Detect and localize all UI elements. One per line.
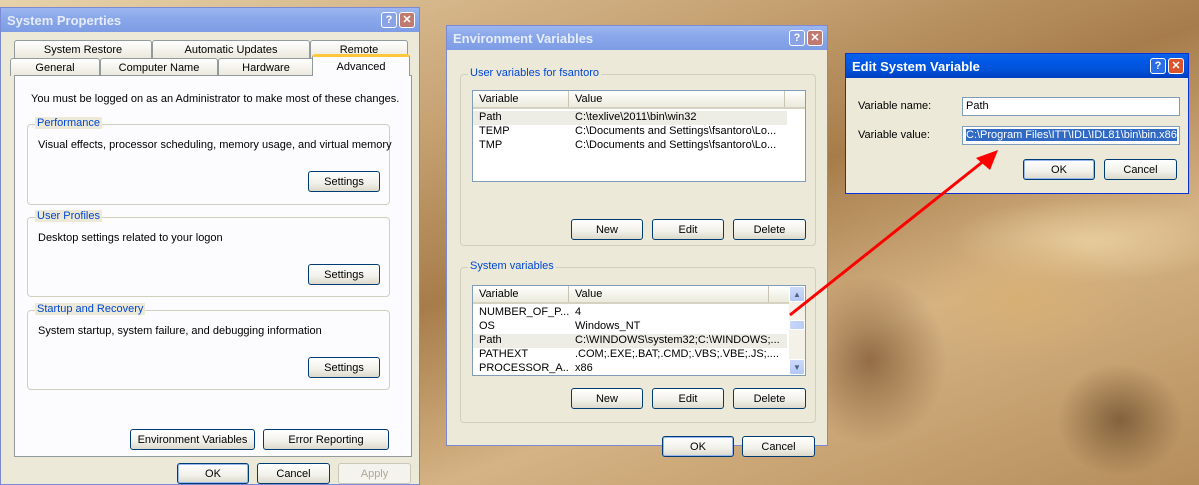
variable-name: PATHEXT [479, 348, 529, 360]
environment-variables-button[interactable]: Environment Variables [130, 429, 255, 450]
close-icon[interactable]: ✕ [1168, 58, 1184, 74]
variable-value-label: Variable value: [858, 129, 930, 141]
variable-value-selected-text: C:\Program Files\ITT\IDL\IDL81\bin\bin.x… [966, 129, 1177, 141]
variable-value: 4 [575, 306, 582, 318]
system-properties-body: System Restore Automatic Updates Remote … [1, 32, 419, 484]
edit-variable-ok-button[interactable]: OK [1023, 159, 1095, 180]
list-item[interactable]: Path C:\texlive\2011\bin\win32 [473, 111, 787, 125]
edit-variable-cancel-button[interactable]: Cancel [1104, 159, 1177, 180]
user-variables-list-header: Variable Value [473, 91, 805, 109]
user-profiles-group-title: User Profiles [35, 210, 102, 222]
column-header-variable[interactable]: Variable [473, 91, 569, 107]
variable-value: C:\texlive\2011\bin\win32 [575, 111, 697, 123]
variable-name: TEMP [479, 125, 510, 137]
variable-name: Path [479, 111, 502, 123]
variable-value: C:\WINDOWS\system32;C:\WINDOWS;... [575, 334, 780, 346]
startup-recovery-settings-button[interactable]: Settings [308, 357, 380, 378]
variable-value: C:\Documents and Settings\fsantoro\Lo... [575, 139, 777, 151]
system-edit-button[interactable]: Edit [652, 388, 724, 409]
scroll-down-icon[interactable]: ▼ [789, 359, 805, 375]
admin-note: You must be logged on as an Administrato… [31, 93, 400, 105]
column-header-value[interactable]: Value [569, 91, 785, 107]
startup-recovery-group-title: Startup and Recovery [35, 303, 146, 315]
list-item[interactable]: TMP C:\Documents and Settings\fsantoro\L… [473, 139, 787, 153]
system-properties-title: System Properties [7, 12, 122, 28]
scrollbar-thumb[interactable] [789, 320, 805, 330]
environment-variables-titlebar[interactable]: Environment Variables ? ✕ [447, 26, 827, 50]
tab-hardware[interactable]: Hardware [218, 58, 314, 76]
user-profiles-settings-button[interactable]: Settings [308, 264, 380, 285]
performance-description: Visual effects, processor scheduling, me… [38, 139, 392, 151]
list-item[interactable]: PROCESSOR_A... x86 [473, 362, 787, 375]
system-properties-ok-button[interactable]: OK [177, 463, 249, 484]
edit-system-variable-titlebar[interactable]: Edit System Variable ? ✕ [846, 54, 1188, 78]
variable-value: C:\Documents and Settings\fsantoro\Lo... [575, 125, 777, 137]
help-icon[interactable]: ? [381, 12, 397, 28]
list-item[interactable]: OS Windows_NT [473, 320, 787, 334]
system-delete-button[interactable]: Delete [733, 388, 806, 409]
help-icon[interactable]: ? [1150, 58, 1166, 74]
tab-system-restore[interactable]: System Restore [14, 40, 152, 58]
edit-system-variable-title: Edit System Variable [852, 58, 980, 74]
user-variables-group-title: User variables for fsantoro [468, 67, 601, 79]
user-profiles-group: User Profiles Desktop settings related t… [27, 210, 390, 297]
tab-computer-name[interactable]: Computer Name [100, 58, 218, 76]
close-icon[interactable]: ✕ [807, 30, 823, 46]
system-properties-apply-button[interactable]: Apply [338, 463, 411, 484]
variable-name: NUMBER_OF_P... [479, 306, 569, 318]
close-icon[interactable]: ✕ [399, 12, 415, 28]
user-new-button[interactable]: New [571, 219, 643, 240]
system-variables-list-header: Variable Value [473, 286, 789, 304]
variable-name: Path [479, 334, 502, 346]
system-properties-window: System Properties ? ✕ System Restore Aut… [0, 7, 420, 485]
variable-name: PROCESSOR_A... [479, 362, 569, 374]
help-icon[interactable]: ? [789, 30, 805, 46]
list-item[interactable]: Path C:\WINDOWS\system32;C:\WINDOWS;... [473, 334, 787, 348]
environment-variables-body: User variables for fsantoro Variable Val… [447, 50, 827, 457]
system-variables-group: System variables Variable Value NUMBER_O… [460, 260, 816, 423]
variable-value: Windows_NT [575, 320, 641, 332]
system-variables-group-title: System variables [468, 260, 556, 272]
edit-system-variable-body: Variable name: Path Variable value: C:\P… [846, 78, 1188, 193]
system-new-button[interactable]: New [571, 388, 643, 409]
column-header-value[interactable]: Value [569, 286, 769, 302]
variable-name-field[interactable]: Path [962, 97, 1180, 116]
system-properties-titlebar[interactable]: System Properties ? ✕ [1, 8, 419, 32]
user-delete-button[interactable]: Delete [733, 219, 806, 240]
user-edit-button[interactable]: Edit [652, 219, 724, 240]
list-item[interactable]: PATHEXT .COM;.EXE;.BAT;.CMD;.VBS;.VBE;.J… [473, 348, 787, 362]
startup-recovery-description: System startup, system failure, and debu… [38, 325, 322, 337]
error-reporting-button[interactable]: Error Reporting [263, 429, 389, 450]
tab-automatic-updates[interactable]: Automatic Updates [152, 40, 310, 58]
performance-group: Performance Visual effects, processor sc… [27, 117, 392, 205]
variable-value-field[interactable]: C:\Program Files\ITT\IDL\IDL81\bin\bin.x… [962, 126, 1180, 145]
environment-variables-cancel-button[interactable]: Cancel [742, 436, 815, 457]
environment-variables-title: Environment Variables [453, 30, 594, 46]
list-item[interactable]: NUMBER_OF_P... 4 [473, 306, 787, 320]
tab-advanced[interactable]: Advanced [312, 54, 410, 76]
performance-settings-button[interactable]: Settings [308, 171, 380, 192]
environment-variables-ok-button[interactable]: OK [662, 436, 734, 457]
variable-value: x86 [575, 362, 593, 374]
user-variables-group: User variables for fsantoro Variable Val… [460, 67, 816, 246]
environment-variables-window: Environment Variables ? ✕ User variables… [446, 25, 828, 457]
system-properties-cancel-button[interactable]: Cancel [257, 463, 330, 484]
startup-recovery-group: Startup and Recovery System startup, sys… [27, 303, 390, 390]
user-variables-list[interactable]: Variable Value Path C:\texlive\2011\bin\… [472, 90, 806, 182]
column-header-variable[interactable]: Variable [473, 286, 569, 302]
variable-value: .COM;.EXE;.BAT;.CMD;.VBS;.VBE;.JS;.... [575, 348, 779, 360]
system-variables-list[interactable]: Variable Value NUMBER_OF_P... 4 OS Windo… [472, 285, 806, 376]
variable-name-label: Variable name: [858, 100, 932, 112]
variable-name: TMP [479, 139, 503, 151]
list-item[interactable]: TEMP C:\Documents and Settings\fsantoro\… [473, 125, 787, 139]
performance-group-title: Performance [35, 117, 102, 129]
scroll-up-icon[interactable]: ▲ [789, 286, 805, 302]
variable-name: OS [479, 320, 495, 332]
tab-general[interactable]: General [10, 58, 100, 76]
advanced-tab-panel: You must be logged on as an Administrato… [14, 75, 412, 457]
edit-system-variable-window: Edit System Variable ? ✕ Variable name: … [845, 53, 1189, 194]
user-profiles-description: Desktop settings related to your logon [38, 232, 223, 244]
variable-name-value: Path [966, 100, 989, 112]
system-variables-scrollbar[interactable]: ▲ ▼ [789, 286, 805, 375]
